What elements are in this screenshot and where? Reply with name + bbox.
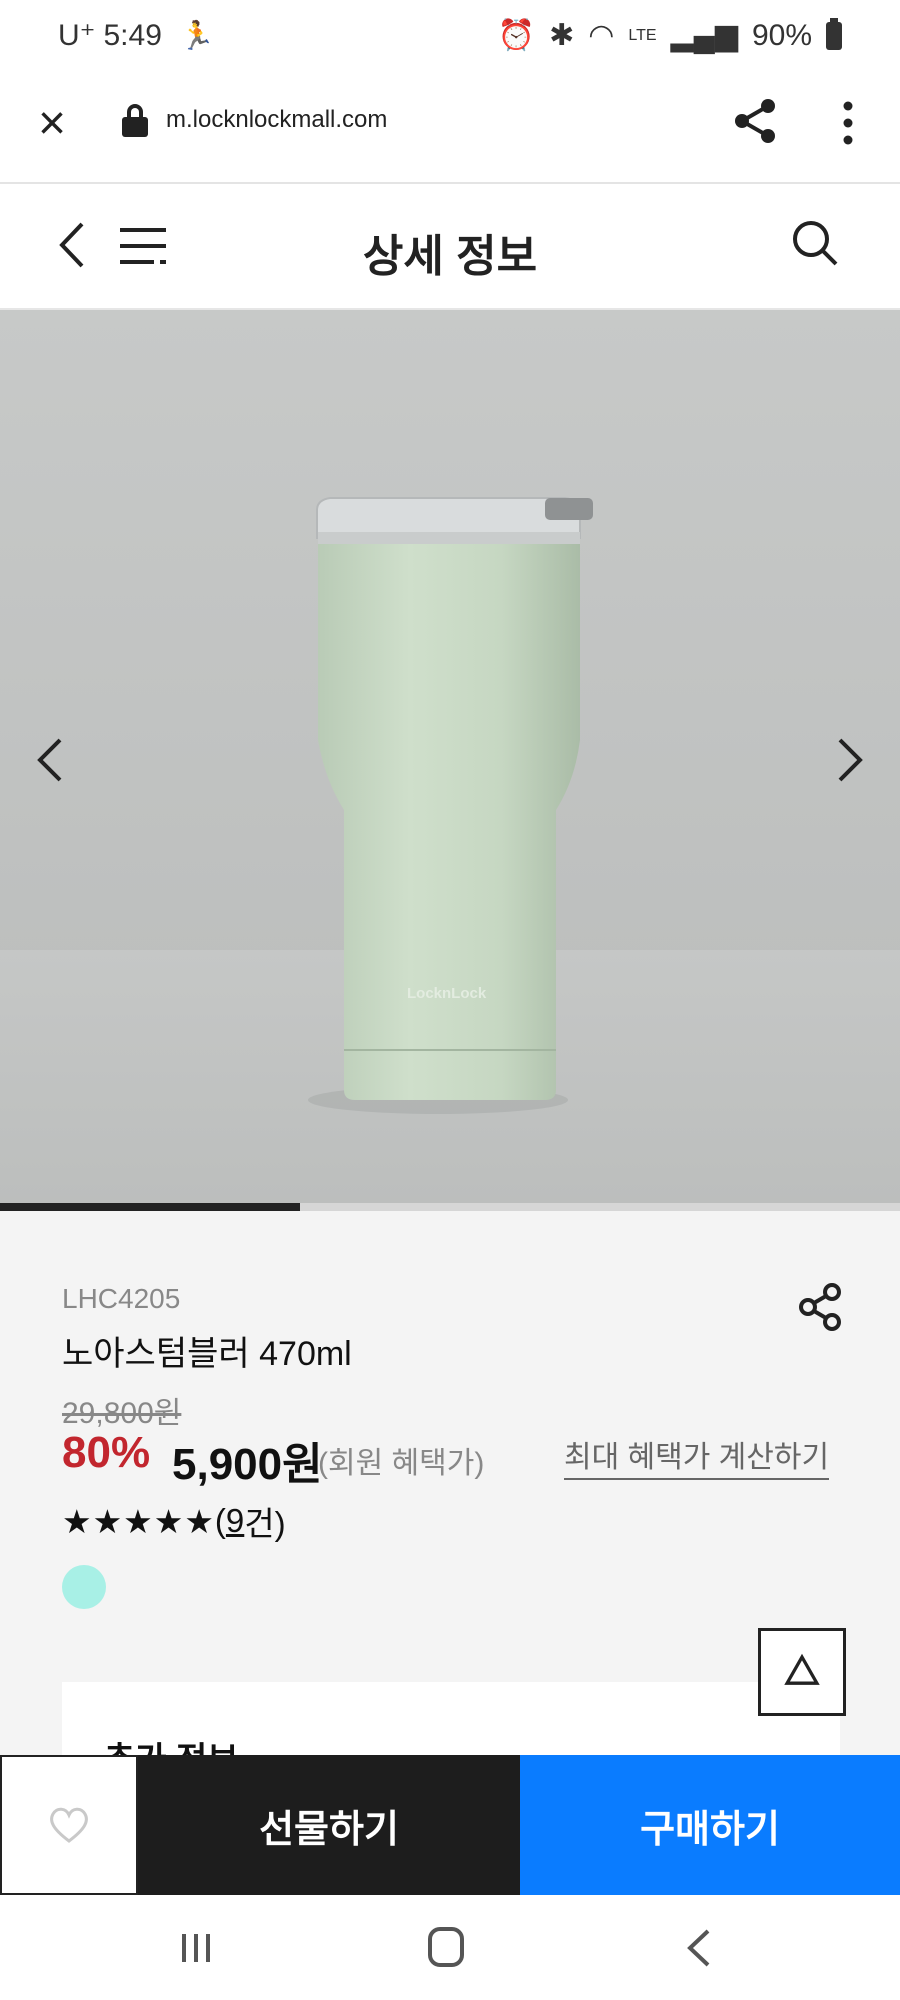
star-rating: ★★★★★	[62, 1502, 215, 1540]
status-right: ⏰ ✱ ◠ LTE ▂▄▆ 90%	[497, 17, 842, 53]
chevron-right-icon[interactable]	[830, 730, 870, 790]
product-name: 노아스텀블러 470ml	[62, 1335, 352, 1373]
system-back-icon[interactable]	[684, 1927, 714, 1969]
status-left: U⁺ 5:49 🏃	[58, 18, 215, 53]
wishlist-button[interactable]	[0, 1755, 138, 1895]
sale-price: 5,900원	[172, 1440, 323, 1489]
gallery-progress	[0, 1203, 900, 1211]
review-count[interactable]: 9	[226, 1502, 244, 1540]
lock-icon	[122, 104, 148, 138]
search-icon[interactable]	[790, 218, 840, 268]
review-open: (	[214, 1502, 226, 1539]
scroll-top-button[interactable]	[758, 1628, 846, 1716]
system-nav-bar	[0, 1895, 900, 2000]
max-benefit-link[interactable]: 최대 혜택가 계산하기	[564, 1432, 830, 1480]
app-header: 상세 정보	[0, 184, 900, 310]
chevron-left-icon[interactable]	[30, 730, 70, 790]
share-icon[interactable]	[730, 96, 780, 146]
status-bar: U⁺ 5:49 🏃 ⏰ ✱ ◠ LTE ▂▄▆ 90%	[0, 0, 900, 76]
discount-rate: 80%	[62, 1428, 151, 1477]
buy-button[interactable]: 구매하기	[520, 1755, 900, 1895]
signal-icon: ▂▄▆	[670, 19, 738, 52]
original-price: 29,800원	[62, 1397, 182, 1430]
product-code: LHC4205	[62, 1283, 181, 1314]
action-bar: 선물하기 구매하기	[0, 1755, 900, 1895]
recents-icon[interactable]	[178, 1931, 214, 1965]
browser-bar: × m.locknlockmall.com	[0, 76, 900, 184]
close-icon[interactable]: ×	[30, 100, 74, 148]
product-image-gallery[interactable]: LocknLock	[0, 310, 900, 1205]
review-unit: 건)	[244, 1505, 286, 1542]
gift-button[interactable]: 선물하기	[138, 1755, 520, 1895]
more-icon[interactable]	[836, 98, 860, 148]
clock: 5:49	[103, 18, 162, 52]
carrier-label: U⁺	[58, 19, 96, 52]
home-icon[interactable]	[428, 1927, 464, 1967]
member-price-note: (회원 혜택가)	[318, 1447, 485, 1480]
url-field[interactable]: m.locknlockmall.com	[166, 106, 387, 134]
color-option-mint[interactable]	[62, 1565, 106, 1609]
rating[interactable]: ★★★★★ ( 9 건)	[62, 1497, 286, 1545]
tumbler-logo: LocknLock	[407, 985, 487, 1002]
triangle-up-icon	[784, 1653, 820, 1685]
page-title: 상세 정보	[362, 232, 538, 281]
product-share-icon[interactable]	[796, 1282, 844, 1332]
battery-percent: 90%	[751, 18, 812, 52]
bluetooth-icon: ✱	[549, 19, 575, 52]
wifi-icon: ◠	[588, 19, 615, 52]
gallery-progress-fill	[0, 1203, 300, 1211]
heart-icon	[50, 1807, 88, 1843]
alarm-icon: ⏰	[497, 19, 536, 52]
activity-icon: 🏃	[179, 20, 215, 51]
network-label: LTE	[628, 26, 657, 44]
battery-icon	[826, 17, 842, 50]
tumbler-image: LocknLock	[308, 497, 593, 1114]
